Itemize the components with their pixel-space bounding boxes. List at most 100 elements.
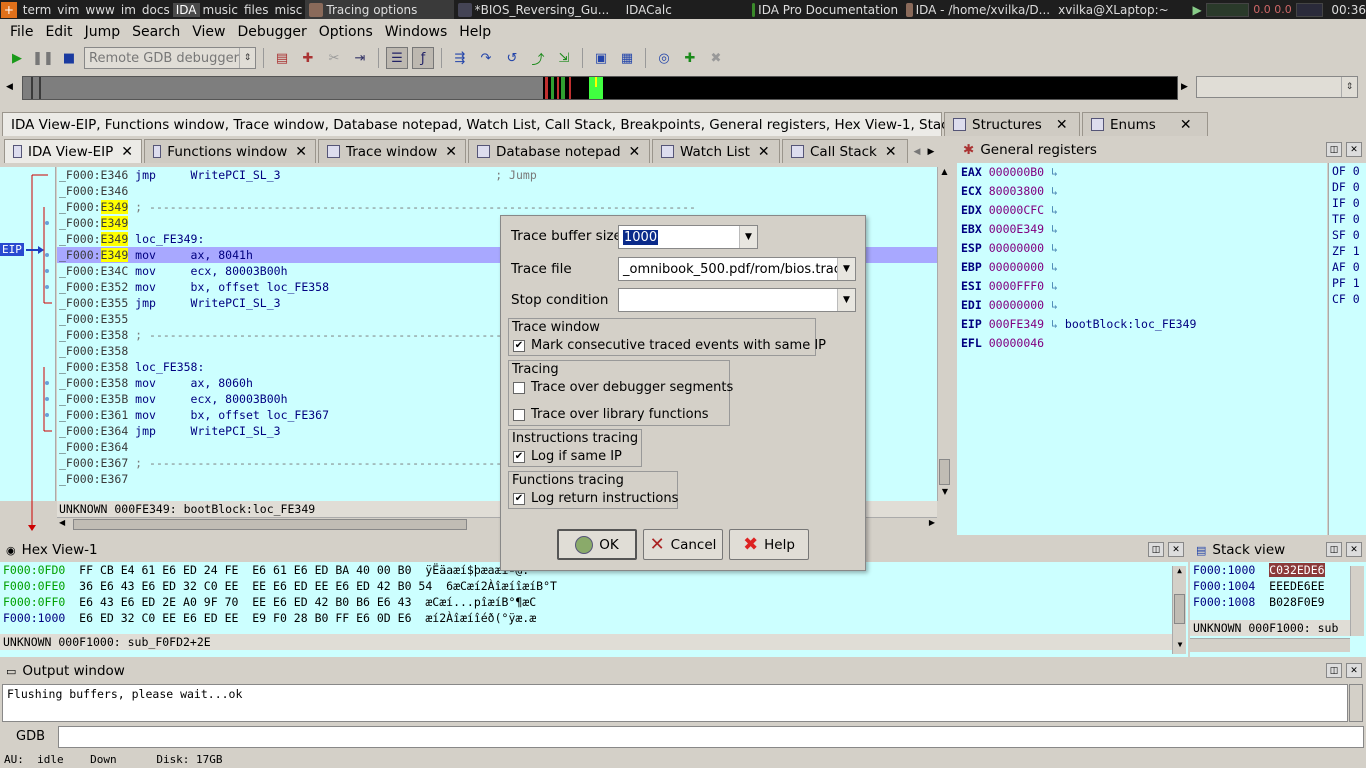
output-vscrollbar[interactable] bbox=[1349, 684, 1363, 722]
cancel-button[interactable]: ✕ Cancel bbox=[643, 529, 723, 560]
hex-bytes[interactable]: FF CB E4 61 E6 ED 24 FE E6 61 E6 ED BA 4… bbox=[79, 563, 411, 577]
tab-watch-list[interactable]: Watch List ✕ bbox=[652, 139, 780, 163]
jump-arrow-icon[interactable]: ↳ bbox=[1044, 184, 1065, 198]
menu-jump[interactable]: Jump bbox=[79, 24, 127, 40]
jump-arrow-icon[interactable]: ↳ bbox=[1044, 279, 1065, 293]
close-icon[interactable]: ✕ bbox=[1346, 663, 1362, 678]
float-icon[interactable]: ◫ bbox=[1326, 542, 1342, 557]
close-icon[interactable]: ✕ bbox=[1056, 117, 1068, 133]
stack-view[interactable]: F000:1000 C032EDE6 F000:1004 EEEDE6EE F000… bbox=[1190, 562, 1366, 657]
step-over-icon[interactable]: ↷ bbox=[475, 47, 497, 69]
workspace-vim[interactable]: vim bbox=[54, 3, 82, 17]
close-icon[interactable]: ✕ bbox=[1180, 117, 1192, 133]
close-icon[interactable]: ✕ bbox=[295, 144, 307, 160]
trace-over-debugger-checkbox[interactable]: Trace over debugger segments bbox=[513, 380, 733, 395]
listing-line[interactable]: _F000:E346 bbox=[57, 183, 937, 199]
task-ida-docs[interactable]: IDA Pro Documentation bbox=[748, 0, 902, 19]
workspace-term[interactable]: term bbox=[20, 3, 55, 17]
delete-watch-icon[interactable]: ✖ bbox=[705, 47, 727, 69]
jump-arrow-icon[interactable]: ↳ bbox=[1044, 260, 1065, 274]
close-icon[interactable]: ✕ bbox=[121, 144, 133, 160]
menu-edit[interactable]: Edit bbox=[39, 24, 78, 40]
flag-row[interactable]: AF 0 bbox=[1329, 259, 1366, 275]
float-icon[interactable]: ◫ bbox=[1326, 142, 1342, 157]
tab-call-stack[interactable]: Call Stack ✕ bbox=[782, 139, 908, 163]
flag-row[interactable]: DF 0 bbox=[1329, 179, 1366, 195]
register-row[interactable]: EFL 00000046 bbox=[957, 334, 1327, 353]
trace-file-input[interactable]: _omnibook_500.pdf/rom/bios.trace ▼ bbox=[618, 257, 856, 281]
register-value[interactable]: 80003800 bbox=[989, 184, 1044, 198]
workspace-misc[interactable]: misc bbox=[272, 3, 306, 17]
close-icon[interactable]: ✕ bbox=[885, 144, 897, 160]
pause-process-icon[interactable]: ❚❚ bbox=[32, 47, 54, 69]
register-row[interactable]: EAX 000000B0 ↳ bbox=[957, 163, 1327, 182]
menu-file[interactable]: File bbox=[4, 24, 39, 40]
task-tracing-options[interactable]: Tracing options bbox=[305, 0, 454, 19]
scroll-thumb[interactable] bbox=[939, 459, 950, 485]
mark-consecutive-checkbox[interactable]: ✔ Mark consecutive traced events with sam… bbox=[513, 338, 826, 353]
terminate-process-icon[interactable]: ■ bbox=[58, 47, 80, 69]
register-value[interactable]: 00000000 bbox=[989, 241, 1044, 255]
register-row[interactable]: EDX 00000CFC ↳ bbox=[957, 201, 1327, 220]
close-icon[interactable]: ✕ bbox=[629, 144, 641, 160]
nav-left-arrow-icon[interactable]: ◀ bbox=[6, 82, 13, 92]
tab-enums[interactable]: Enums ✕ bbox=[1082, 112, 1208, 136]
register-row[interactable]: EBX 0000E349 ↳ bbox=[957, 220, 1327, 239]
float-icon[interactable]: ◫ bbox=[1326, 663, 1342, 678]
log-return-checkbox[interactable]: ✔ Log return instructions bbox=[513, 491, 678, 506]
jump-arrow-icon[interactable]: ↳ bbox=[1044, 165, 1065, 179]
ok-button[interactable]: OK bbox=[557, 529, 637, 560]
register-target[interactable]: bootBlock:loc_FE349 bbox=[1065, 317, 1197, 331]
tab-trace-window[interactable]: Trace window ✕ bbox=[318, 139, 466, 163]
menu-search[interactable]: Search bbox=[126, 24, 186, 40]
hex-row[interactable]: F000:0FE0 36 E6 43 E6 ED 32 C0 EE EE E6 … bbox=[0, 578, 1188, 594]
close-icon[interactable]: ✕ bbox=[445, 144, 457, 160]
gdb-command-input[interactable] bbox=[58, 726, 1364, 748]
debugger-select[interactable]: Remote GDB debugger ⇕ bbox=[84, 47, 256, 69]
jump-arrow-icon[interactable]: ↳ bbox=[1044, 298, 1065, 312]
breakpoints-icon[interactable]: ▣ bbox=[590, 47, 612, 69]
scroll-down-icon[interactable]: ▼ bbox=[938, 487, 952, 501]
attach-process-icon[interactable]: ✚ bbox=[297, 47, 319, 69]
launcher-icon[interactable]: + bbox=[1, 1, 17, 18]
checkbox[interactable]: ✔ bbox=[513, 450, 525, 463]
register-row[interactable]: EIP 000FE349 ↳ bootBlock:loc_FE349 bbox=[957, 315, 1327, 334]
flag-row[interactable]: TF 0 bbox=[1329, 211, 1366, 227]
stack-value[interactable]: EEEDE6EE bbox=[1269, 579, 1324, 593]
checkbox[interactable]: ✔ bbox=[513, 339, 525, 352]
log-same-ip-checkbox[interactable]: ✔ Log if same IP bbox=[513, 449, 622, 464]
close-icon[interactable]: ✕ bbox=[1346, 142, 1362, 157]
ida-view-vscrollbar[interactable]: ▲ ▼ bbox=[937, 167, 951, 501]
nav-right-arrow-icon[interactable]: ▶ bbox=[1181, 82, 1188, 92]
register-value[interactable]: 000000B0 bbox=[989, 165, 1044, 179]
hex-row[interactable]: F000:0FF0 E6 43 E6 ED 2E A0 9F 70 EE E6 … bbox=[0, 594, 1188, 610]
scroll-down-icon[interactable]: ▼ bbox=[1173, 640, 1187, 654]
watch-list-icon[interactable]: ▦ bbox=[616, 47, 638, 69]
play-icon[interactable]: ▶ bbox=[1193, 3, 1202, 17]
register-value[interactable]: 000FE349 bbox=[989, 317, 1044, 331]
workspace-im[interactable]: im bbox=[118, 3, 139, 17]
scroll-thumb[interactable] bbox=[1174, 594, 1185, 624]
register-value[interactable]: 00000000 bbox=[989, 298, 1044, 312]
watch-icon[interactable]: ◎ bbox=[653, 47, 675, 69]
scroll-left-icon[interactable]: ◀ bbox=[59, 518, 65, 527]
checkbox[interactable]: ✔ bbox=[513, 492, 525, 505]
output-text[interactable]: Flushing buffers, please wait...ok bbox=[2, 684, 1348, 722]
scroll-thumb[interactable] bbox=[73, 519, 467, 530]
menu-windows[interactable]: Windows bbox=[379, 24, 454, 40]
flag-row[interactable]: OF 0 bbox=[1329, 163, 1366, 179]
register-value[interactable]: 0000FFF0 bbox=[989, 279, 1044, 293]
stack-vscrollbar[interactable] bbox=[1350, 566, 1364, 636]
close-icon[interactable]: ✕ bbox=[1346, 542, 1362, 557]
start-process-icon[interactable]: ▶ bbox=[6, 47, 28, 69]
workspace-files[interactable]: files bbox=[241, 3, 272, 17]
workspace-docs[interactable]: docs bbox=[139, 3, 173, 17]
task-terminal[interactable]: xvilka@XLaptop:~ bbox=[1054, 0, 1186, 19]
workspace-ida[interactable]: IDA bbox=[172, 2, 200, 17]
flags-list[interactable]: OF 0 DF 0 IF 0 TF 0 SF 0 ZF 1 AF 0 PF 1 CF 0 bbox=[1328, 163, 1366, 535]
stack-row[interactable]: F000:1000 C032EDE6 bbox=[1190, 562, 1366, 578]
hex-bytes[interactable]: E6 ED 32 C0 EE E6 ED EE E9 F0 28 B0 FF E… bbox=[79, 611, 411, 625]
tabs-scroll-left-icon[interactable]: ◀ bbox=[910, 141, 924, 163]
close-icon[interactable]: ✕ bbox=[758, 144, 770, 160]
process-options-icon[interactable]: ▤ bbox=[271, 47, 293, 69]
